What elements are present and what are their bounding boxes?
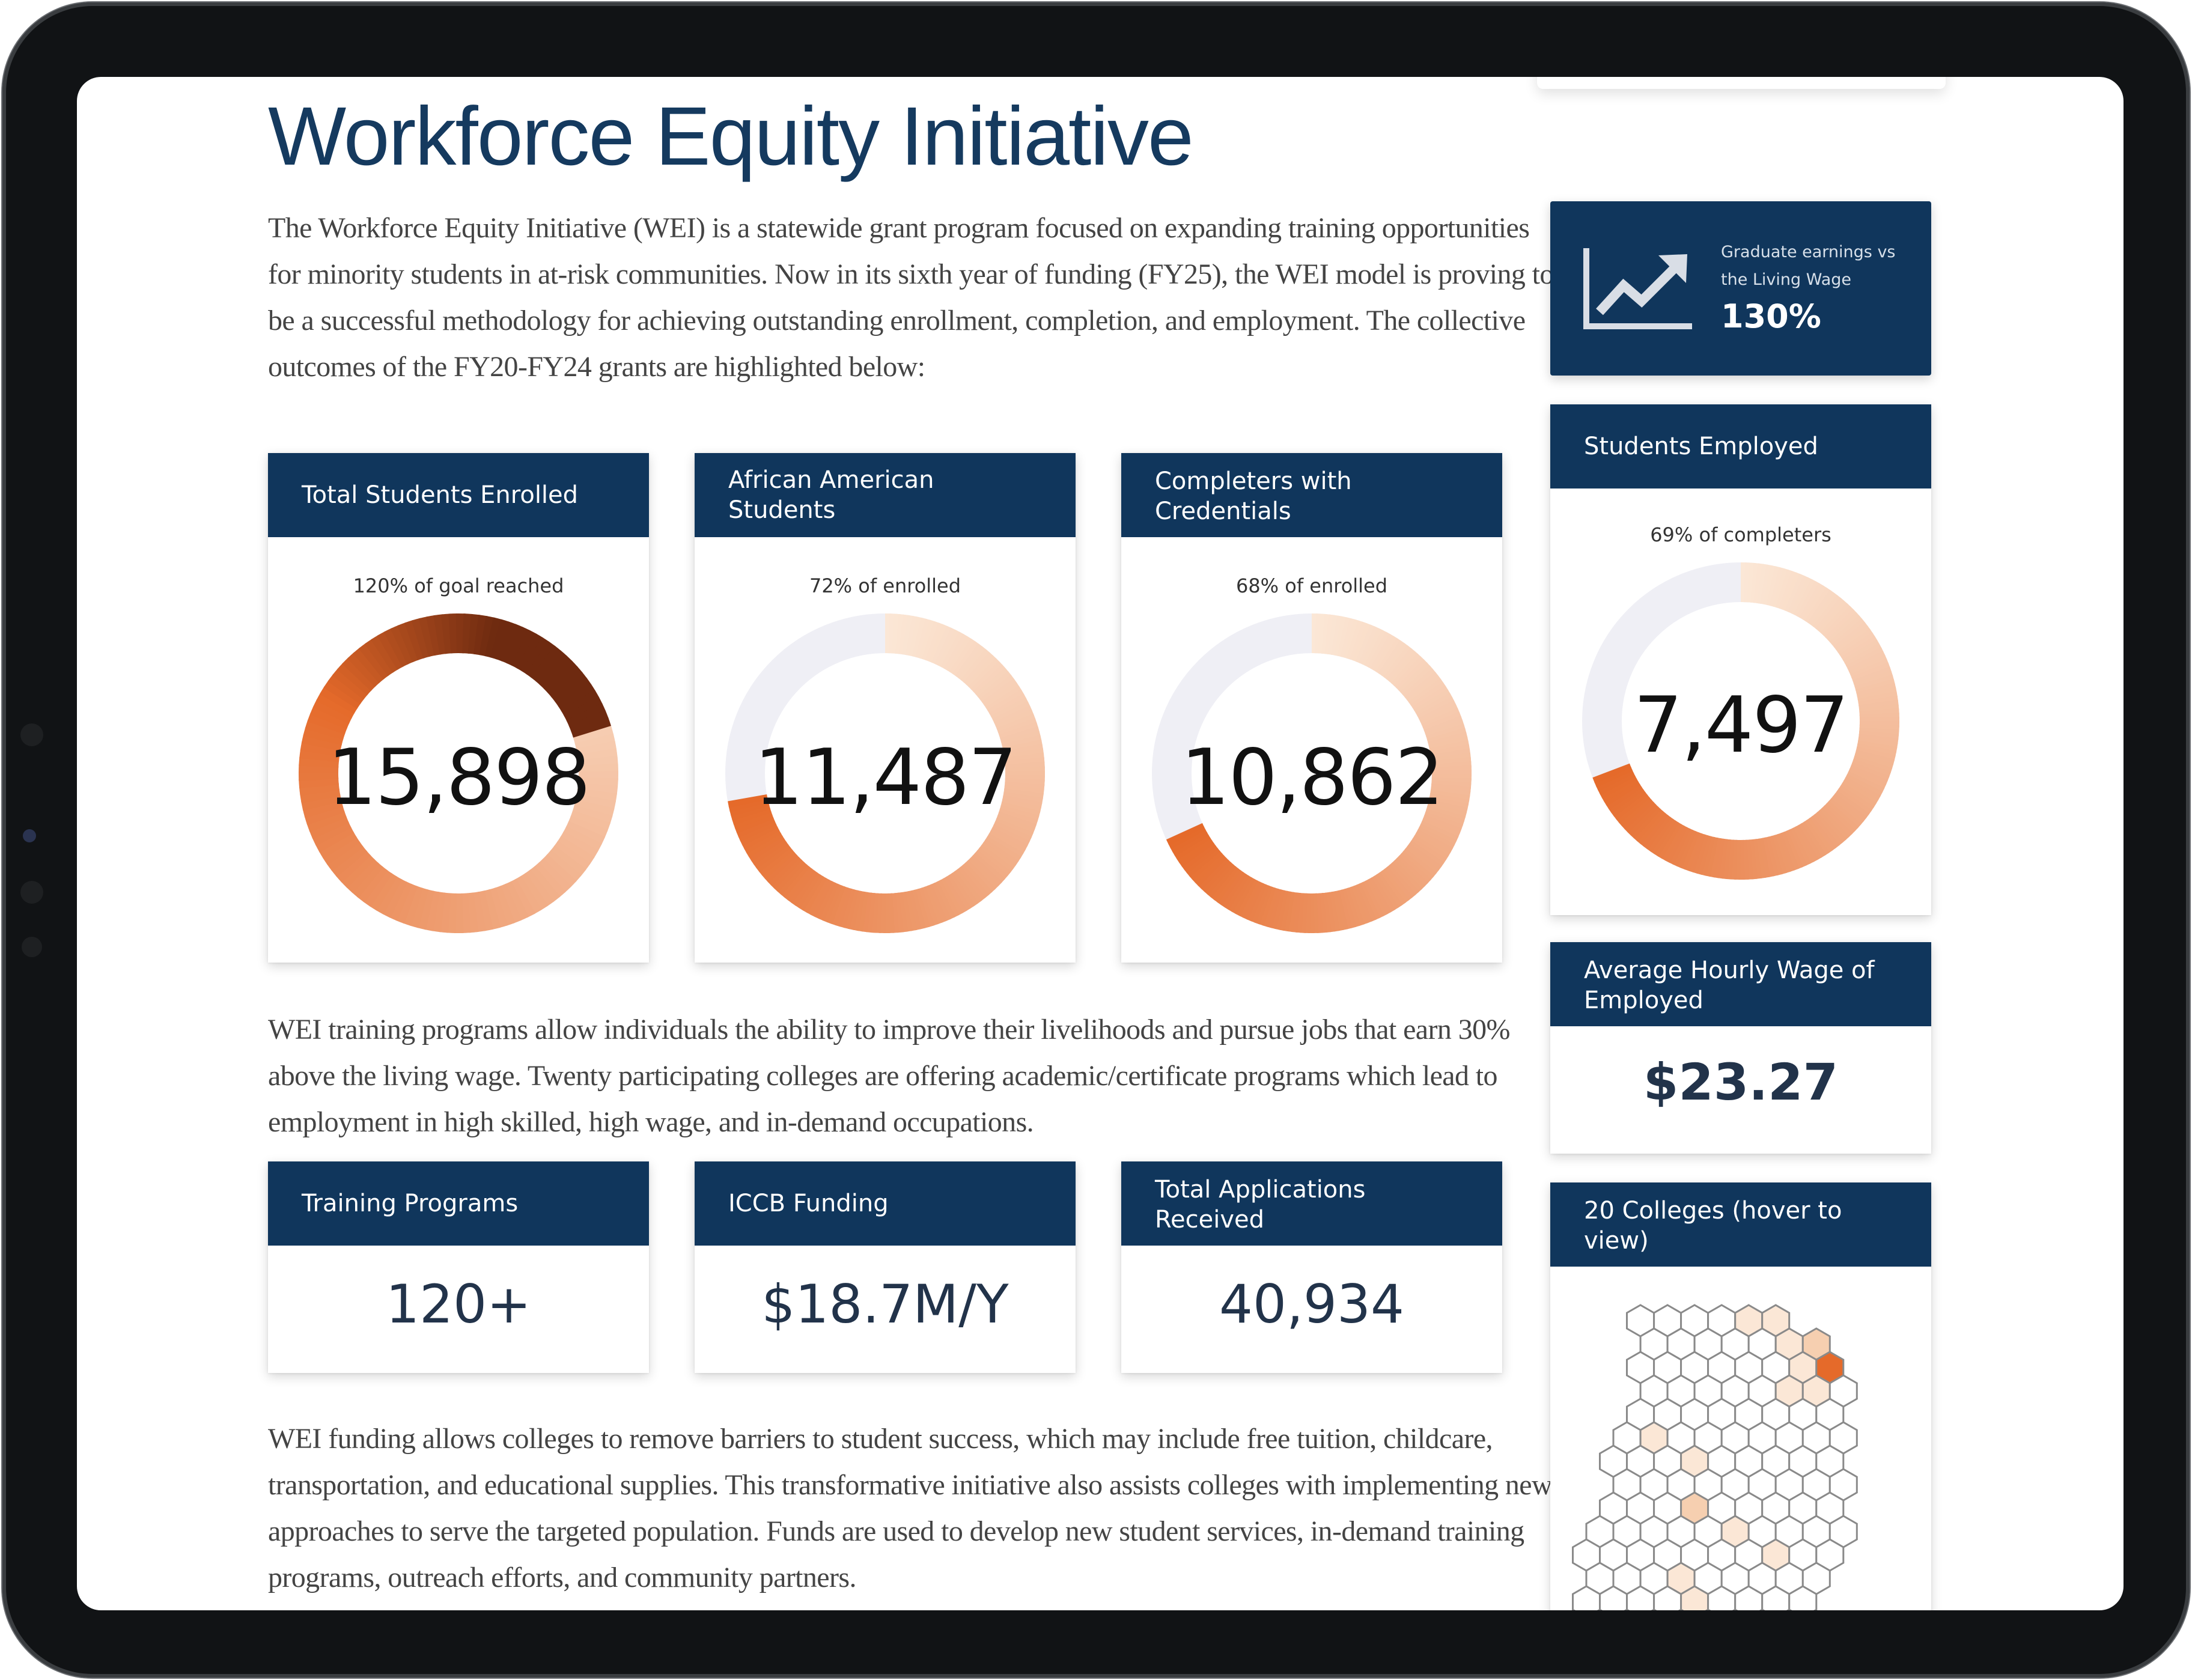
card-header: Average Hourly Wage of Employed	[1550, 942, 1931, 1026]
donut-card-african-american: African American Students 72% of enrolle…	[695, 453, 1076, 963]
card-subtitle: 120% of goal reached	[353, 574, 564, 597]
card-value: 120+	[386, 1273, 531, 1335]
card-value: $23.27	[1643, 1053, 1839, 1112]
card-value: $18.7M/Y	[761, 1273, 1009, 1335]
card-header: Completers with Credentials	[1121, 453, 1502, 537]
average-wage-card: Average Hourly Wage of Employed $23.27	[1550, 942, 1931, 1154]
value-card-applications: Total Applications Received 40,934	[1121, 1161, 1502, 1373]
card-subtitle: 69% of completers	[1650, 523, 1831, 546]
donut-segment	[571, 716, 611, 738]
college-hex-map[interactable]	[1550, 1267, 1931, 1610]
colleges-map-card[interactable]: 20 Colleges (hover to view)	[1550, 1182, 1931, 1610]
tablet-screen: Workforce Equity Initiative The Workforc…	[77, 77, 2124, 1610]
living-wage-value: 130%	[1721, 297, 1821, 335]
card-header: ICCB Funding	[695, 1161, 1076, 1246]
card-header: 20 Colleges (hover to view)	[1550, 1182, 1931, 1267]
donut-card-completers: Completers with Credentials 68% of enrol…	[1121, 453, 1502, 963]
intro-paragraph: The Workforce Equity Initiative (WEI) is…	[268, 212, 1554, 383]
card-header: Total Applications Received	[1121, 1161, 1502, 1246]
living-wage-description: Graduate earnings vs the Living Wage	[1721, 243, 1896, 289]
camera-dot	[20, 723, 43, 746]
donut-value: 15,898	[327, 733, 591, 823]
card-subtitle: 68% of enrolled	[1235, 574, 1388, 597]
donut-value: 7,497	[1633, 681, 1849, 770]
card-header: African American Students	[695, 453, 1076, 537]
funding-paragraph: WEI funding allows colleges to remove ba…	[268, 1423, 1553, 1593]
trend-up-chart-icon	[1583, 248, 1692, 329]
top-card-edge	[1537, 77, 1946, 89]
value-card-iccb-funding: ICCB Funding $18.7M/Y	[695, 1161, 1076, 1373]
tablet-frame: Workforce Equity Initiative The Workforc…	[2, 2, 2190, 1678]
card-header: Students Employed	[1550, 404, 1931, 488]
students-employed-card: Students Employed 69% of completers 7,49…	[1550, 404, 1931, 915]
card-value: 40,934	[1219, 1273, 1404, 1335]
donut-value: 10,862	[1181, 733, 1444, 823]
card-subtitle: 72% of enrolled	[809, 574, 961, 597]
donut-segment	[1166, 823, 1205, 845]
programs-paragraph: WEI training programs allow individuals …	[268, 1014, 1510, 1138]
donut-card-enrolled: Total Students Enrolled 120% of goal rea…	[268, 453, 649, 963]
camera-dot	[20, 881, 43, 904]
sensor-dot	[23, 829, 36, 842]
donut-segment	[1592, 763, 1632, 784]
donut-value: 11,487	[754, 733, 1017, 823]
value-card-training-programs: Training Programs 120+	[268, 1161, 649, 1373]
card-header: Training Programs	[268, 1161, 649, 1246]
page-title: Workforce Equity Initiative	[268, 90, 1194, 183]
camera-dot	[22, 937, 42, 957]
card-header: Total Students Enrolled	[268, 453, 649, 537]
living-wage-card: Graduate earnings vs the Living Wage 130…	[1550, 201, 1931, 376]
